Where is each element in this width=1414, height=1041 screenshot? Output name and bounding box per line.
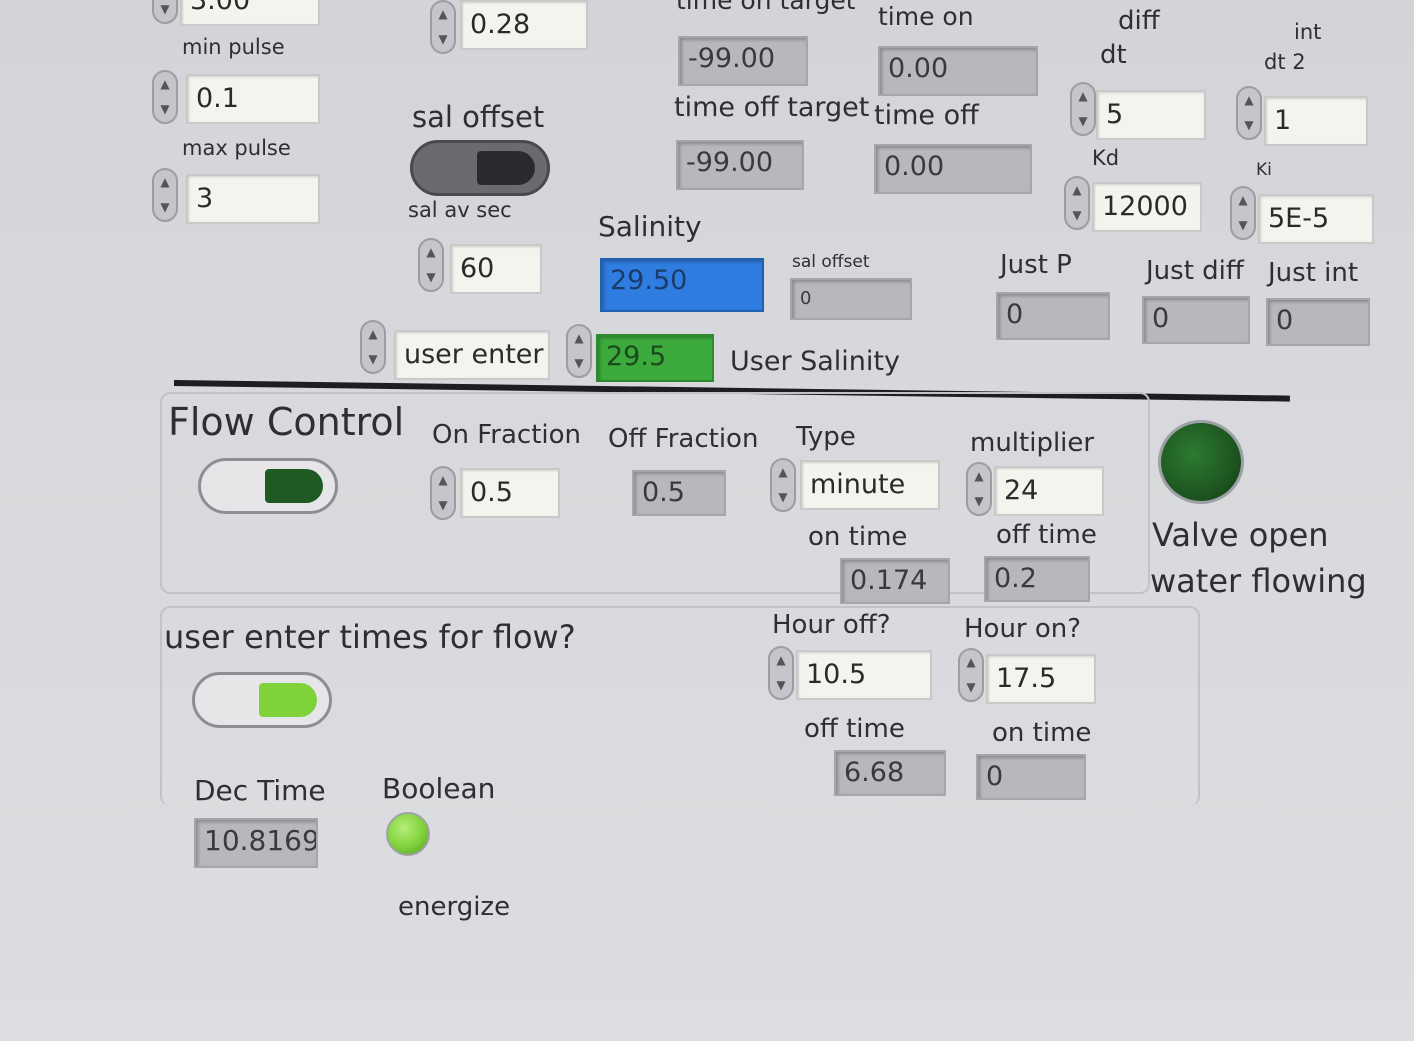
salinity-label: Salinity	[598, 210, 702, 243]
diff-label: diff	[1118, 6, 1160, 36]
kd-spinner[interactable]: ▲ ▼	[1064, 176, 1090, 230]
user-times-toggle[interactable]	[192, 672, 332, 728]
sal-offset-label: sal offset	[412, 100, 545, 134]
time-off-indicator: 0.00	[874, 144, 1032, 194]
time-on-label: time on	[878, 2, 974, 31]
on-fraction-label: On Fraction	[432, 420, 581, 450]
top-partial-spinner[interactable]: ▲▼	[152, 0, 178, 24]
dt2-field[interactable]: 1	[1264, 96, 1368, 146]
on-time-label: on time	[808, 522, 908, 552]
off-fraction-label: Off Fraction	[608, 424, 759, 454]
ki-field[interactable]: 5E-5	[1258, 194, 1374, 244]
flow-control-title: Flow Control	[168, 400, 405, 444]
max-pulse-spinner[interactable]: ▲ ▼	[152, 168, 178, 222]
just-int-label: Just int	[1268, 258, 1359, 288]
ki-spinner[interactable]: ▲ ▼	[1230, 186, 1256, 240]
dt-label: dt	[1100, 40, 1127, 70]
ki-label: Ki	[1256, 160, 1272, 180]
on-time-2-indicator: 0	[976, 754, 1086, 800]
max-pulse-field[interactable]: 3	[186, 174, 320, 224]
off-fraction-indicator: 0.5	[632, 470, 726, 516]
hour-off-field[interactable]: 10.5	[796, 650, 932, 700]
hour-off-label: Hour off?	[772, 610, 891, 640]
kd-field[interactable]: 12000	[1092, 182, 1202, 232]
dt2-label: dt 2	[1264, 50, 1306, 74]
top-control-spinner[interactable]: ▲ ▼	[430, 0, 456, 54]
just-p-label: Just P	[1000, 250, 1072, 280]
multiplier-label: multiplier	[970, 428, 1095, 458]
just-diff-label: Just diff	[1146, 256, 1244, 286]
just-diff-indicator: 0	[1142, 296, 1250, 344]
time-on-target-indicator: -99.00	[678, 36, 808, 86]
on-fraction-field[interactable]: 0.5	[460, 468, 560, 518]
user-salinity-spinner[interactable]: ▲ ▼	[566, 324, 592, 378]
sal-av-sec-field[interactable]: 60	[450, 244, 542, 294]
boolean-label: Boolean	[382, 772, 496, 805]
user-salinity-control[interactable]: 29.5	[596, 334, 714, 382]
user-times-toggle-knob	[259, 683, 317, 717]
sal-av-sec-label: sal av sec	[408, 198, 512, 222]
off-time-indicator: 0.2	[984, 556, 1090, 602]
salinity-indicator: 29.50	[600, 258, 764, 312]
min-pulse-field[interactable]: 0.1	[186, 74, 320, 124]
on-time-indicator: 0.174	[840, 558, 950, 604]
time-on-target-label: time on target	[676, 0, 856, 15]
sal-offset-indicator: 0	[790, 278, 912, 320]
max-pulse-label: max pulse	[182, 136, 291, 160]
dec-time-indicator: 10.8169	[194, 818, 318, 868]
multiplier-field[interactable]: 24	[994, 466, 1104, 516]
type-spinner[interactable]: ▲ ▼	[770, 458, 796, 512]
hour-off-spinner[interactable]: ▲ ▼	[768, 646, 794, 700]
min-pulse-label: min pulse	[182, 35, 285, 59]
off-time-2-indicator: 6.68	[834, 750, 946, 796]
int-label: int	[1294, 20, 1322, 44]
sal-offset-indicator-label: sal offset	[792, 252, 870, 272]
user-times-label: user enter times for flow?	[164, 618, 576, 656]
sal-offset-toggle-knob	[477, 151, 535, 185]
on-fraction-spinner[interactable]: ▲ ▼	[430, 466, 456, 520]
hour-on-label: Hour on?	[964, 614, 1082, 644]
time-on-indicator: 0.00	[878, 46, 1038, 96]
dt-field[interactable]: 5	[1096, 90, 1206, 140]
valve-status-line1: Valve open	[1152, 516, 1329, 554]
hour-on-field[interactable]: 17.5	[986, 654, 1096, 704]
multiplier-spinner[interactable]: ▲ ▼	[966, 462, 992, 516]
energize-label: energize	[398, 892, 511, 922]
just-p-indicator: 0	[996, 292, 1110, 340]
dt-spinner[interactable]: ▲ ▼	[1070, 82, 1096, 136]
flow-control-toggle-knob	[265, 469, 323, 503]
time-off-label: time off	[874, 100, 979, 131]
dec-time-label: Dec Time	[194, 774, 326, 807]
time-off-target-label: time off target	[674, 92, 870, 123]
time-off-target-indicator: -99.00	[676, 140, 804, 190]
valve-status-line2: water flowing	[1150, 562, 1367, 600]
dt2-spinner[interactable]: ▲ ▼	[1236, 86, 1262, 140]
boolean-led	[386, 812, 430, 856]
user-enter-spinner[interactable]: ▲ ▼	[360, 320, 386, 374]
top-control-field[interactable]: 0.28	[460, 0, 588, 50]
min-pulse-spinner[interactable]: ▲ ▼	[152, 70, 178, 124]
sal-av-sec-spinner[interactable]: ▲ ▼	[418, 238, 444, 292]
just-int-indicator: 0	[1266, 298, 1370, 346]
valve-led	[1158, 420, 1244, 504]
hour-on-spinner[interactable]: ▲ ▼	[958, 648, 984, 702]
off-time-2-label: off time	[804, 714, 905, 744]
user-salinity-label: User Salinity	[730, 346, 900, 377]
flow-control-toggle[interactable]	[198, 458, 338, 514]
top-partial-field[interactable]: 3.00	[180, 0, 320, 26]
type-label: Type	[796, 422, 856, 452]
off-time-label: off time	[996, 520, 1097, 550]
kd-label: Kd	[1092, 146, 1120, 170]
type-field[interactable]: minute	[800, 460, 940, 510]
user-enter-field[interactable]: user enter	[394, 330, 550, 380]
on-time-2-label: on time	[992, 718, 1092, 748]
sal-offset-toggle[interactable]	[410, 140, 550, 196]
